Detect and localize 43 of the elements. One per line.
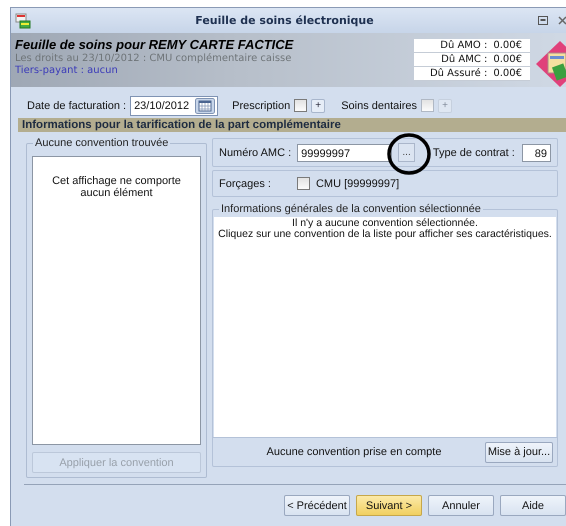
contract-field[interactable]: 89 bbox=[522, 144, 552, 162]
calendar-icon[interactable] bbox=[195, 98, 216, 114]
patient-title: Feuille de soins pour REMY CARTE FACTICE bbox=[15, 37, 294, 52]
nav-button[interactable]: < Précédent bbox=[284, 495, 350, 516]
option-label: Prescription bbox=[232, 100, 290, 112]
amc-label: Numéro AMC : bbox=[219, 146, 292, 158]
amount-value: 0.00€ bbox=[493, 53, 522, 66]
rights-text: Les droits au 23/10/2012 : CMU complémentaire caisse bbox=[15, 53, 292, 64]
checkbox[interactable] bbox=[294, 99, 308, 112]
amc-field[interactable]: 99999997 bbox=[297, 144, 392, 162]
date-field[interactable]: 23/10/2012 bbox=[130, 96, 218, 116]
info-message: Il n'y a aucune convention sélectionnée. bbox=[291, 218, 479, 229]
contract-label: Type de contrat : bbox=[432, 146, 515, 158]
checkbox[interactable] bbox=[296, 177, 310, 190]
close-icon[interactable] bbox=[558, 16, 566, 25]
highlight-circle bbox=[387, 133, 431, 175]
browse-button[interactable]: ... bbox=[398, 143, 415, 162]
app-icon bbox=[15, 12, 31, 28]
section-title: Informations pour la tarification de la part complémentaire bbox=[18, 118, 566, 132]
amount-value: 0.00€ bbox=[493, 39, 522, 52]
option-label: Soins dentaires bbox=[341, 100, 418, 112]
group-title: Informations générales de la convention sélectionnée bbox=[219, 203, 483, 215]
forcing-label: Forçages : bbox=[219, 178, 271, 190]
convention-list[interactable]: Cet affichage ne comporte aucun élément bbox=[32, 156, 201, 445]
card-logo-icon bbox=[536, 41, 566, 87]
empty-message: Cet affichage ne comporte aucun élément bbox=[51, 174, 182, 199]
add-button[interactable]: + bbox=[311, 98, 326, 112]
update-button[interactable]: Mise à jour... bbox=[485, 442, 553, 462]
tiers-payant-text: Tiers-payant : aucun bbox=[15, 65, 119, 76]
info-message: Cliquez sur une convention de la liste pour afficher ses caractéristiques. bbox=[217, 229, 553, 240]
amount-label: Dû AMO : bbox=[440, 39, 488, 52]
checkbox-label: CMU [99999997] bbox=[316, 178, 400, 190]
nav-button[interactable]: Suivant > bbox=[356, 495, 422, 516]
amount-label: Dû AMC : bbox=[441, 53, 488, 66]
amount-value: 0.00€ bbox=[493, 67, 522, 80]
restore-icon[interactable] bbox=[538, 16, 548, 25]
nav-button[interactable]: Aide bbox=[500, 495, 566, 516]
group-title: Aucune convention trouvée bbox=[33, 137, 170, 149]
amount-label: Dû Assuré : bbox=[430, 67, 488, 80]
window-title: Feuille de soins électronique bbox=[194, 14, 375, 27]
nav-button[interactable]: Annuler bbox=[428, 495, 494, 516]
status-text: Aucune convention prise en compte bbox=[266, 446, 442, 458]
date-label: Date de facturation : bbox=[27, 100, 126, 112]
